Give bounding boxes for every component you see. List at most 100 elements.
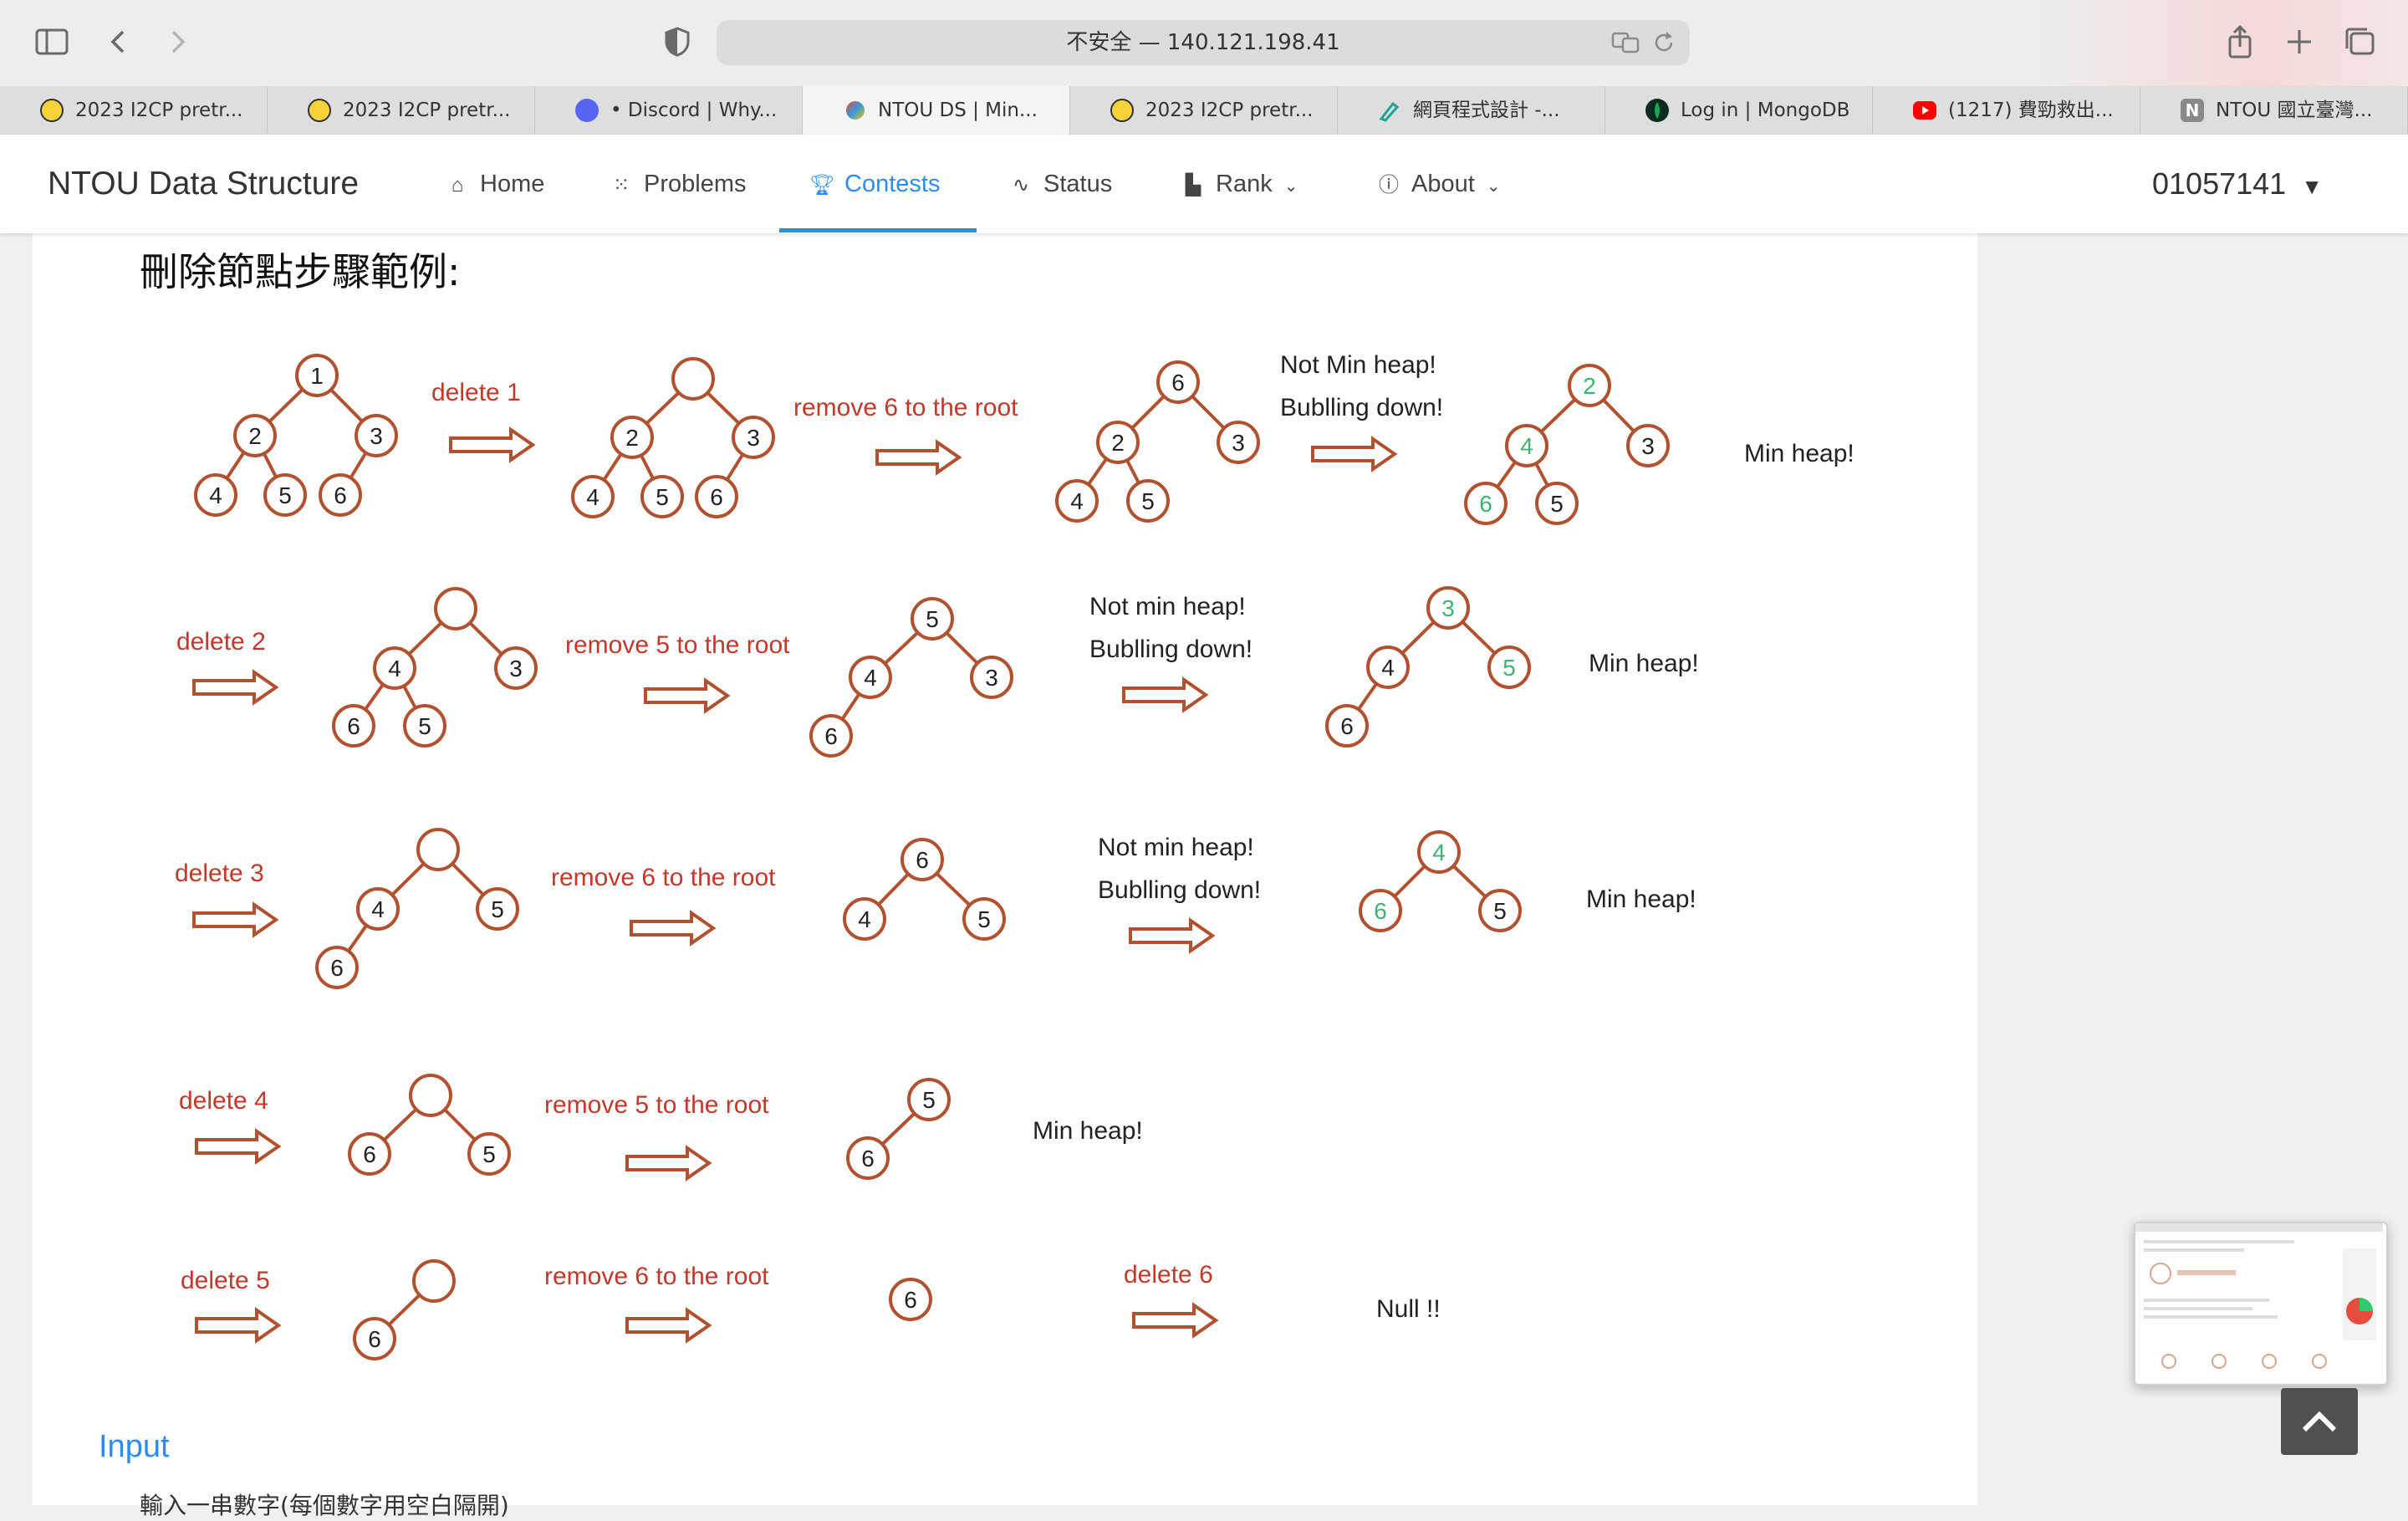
heap-node: 5 (1126, 479, 1170, 523)
smiley-favicon-icon (40, 99, 64, 122)
diagram-label: delete 6 (1124, 1261, 1213, 1289)
notion-favicon-icon: N (2181, 99, 2204, 122)
heap-node: 3 (355, 414, 398, 457)
smiley-favicon-icon (308, 99, 331, 122)
svg-text:4: 4 (1432, 840, 1446, 865)
heap-node: 6 (332, 704, 375, 748)
svg-text:5: 5 (1141, 488, 1155, 514)
site-brand[interactable]: NTOU Data Structure (48, 135, 359, 233)
heap-node: 5 (476, 887, 519, 931)
svg-text:5: 5 (656, 484, 669, 510)
diagram-label: remove 6 to the root (551, 864, 776, 891)
diagram-label: Min heap! (1589, 650, 1699, 677)
svg-text:4: 4 (1070, 488, 1084, 514)
diagram-label: Bublling down! (1280, 394, 1443, 421)
svg-text:5: 5 (278, 482, 292, 508)
browser-tab[interactable]: Log in | MongoDB (1605, 86, 1873, 135)
user-menu[interactable]: 01057141 ▼ (2152, 135, 2323, 236)
tab-title: 2023 I2CP pretr... (75, 100, 243, 121)
svg-text:5: 5 (1550, 491, 1564, 517)
active-nav-indicator (779, 228, 977, 232)
diagram-label: delete 5 (181, 1267, 270, 1294)
heap-node: 6 (353, 1317, 396, 1360)
svg-text:3: 3 (370, 423, 383, 449)
svg-text:6: 6 (1479, 491, 1492, 517)
svg-text:6: 6 (330, 955, 344, 981)
svg-text:5: 5 (491, 896, 504, 922)
diagram-label: Min heap! (1033, 1117, 1143, 1145)
arrow-icon (625, 1309, 711, 1342)
heap-node: 6 (900, 838, 944, 881)
svg-text:2: 2 (248, 423, 262, 449)
svg-text:6: 6 (904, 1287, 917, 1313)
svg-text:4: 4 (858, 906, 871, 932)
arrow-icon (644, 679, 729, 712)
svg-text:4: 4 (586, 484, 599, 510)
browser-tab-active[interactable]: NTOU DS | Min... (803, 86, 1070, 135)
heap-node: 2 (1568, 364, 1611, 407)
translate-icon[interactable] (1611, 28, 1640, 57)
heap-node: 3 (1626, 424, 1670, 467)
nav-item-about[interactable]: ⓘ About ⌄ (1376, 135, 1501, 233)
sidebar-toggle-icon[interactable] (32, 22, 72, 62)
bar-chart-icon: ▙ (1185, 174, 1201, 197)
browser-tab[interactable]: 2023 I2CP pretr... (0, 86, 268, 135)
heap-node: 6 (809, 714, 853, 758)
heap-node: 6 (315, 946, 359, 989)
nav-item-contests[interactable]: 🏆︎ Contests (809, 135, 940, 233)
site-navbar: NTOU Data Structure ⌂ Home ⁙ Problems 🏆︎ Co… (0, 135, 2408, 233)
browser-tab[interactable]: 2023 I2CP pretr... (1070, 86, 1338, 135)
heap-node: 5 (1478, 889, 1522, 932)
heap-node: 4 (1055, 479, 1099, 523)
svg-text:5: 5 (926, 606, 939, 632)
nav-item-rank[interactable]: ▙ Rank ⌄ (1181, 135, 1298, 233)
heap-node: 3 (1217, 421, 1260, 464)
share-icon[interactable] (2220, 22, 2260, 62)
pulse-icon: ∿ (1012, 174, 1030, 197)
new-tab-icon[interactable] (2279, 22, 2319, 62)
svg-text:3: 3 (509, 656, 523, 681)
svg-text:5: 5 (1493, 898, 1507, 924)
heap-node: 5 (640, 475, 684, 518)
heap-node: 4 (1366, 646, 1410, 689)
heap-node: 5 (907, 1078, 951, 1121)
heap-node: 6 (1156, 360, 1200, 404)
nav-item-status[interactable]: ∿ Status (1008, 135, 1112, 233)
svg-text:6: 6 (824, 723, 838, 749)
nav-item-home[interactable]: ⌂ Home (445, 135, 545, 233)
heap-node: 6 (1464, 482, 1508, 525)
diagram-label: Not min heap! (1089, 593, 1246, 620)
heap-node: 5 (263, 473, 307, 517)
tab-overview-icon[interactable] (2339, 22, 2380, 62)
heap-node: 2 (233, 414, 277, 457)
arrow-icon (875, 441, 961, 474)
browser-tab[interactable]: 2023 I2CP pretr... (268, 86, 535, 135)
smiley-favicon-icon (1110, 99, 1134, 122)
nav-label: About (1411, 171, 1475, 197)
browser-tab[interactable]: • Discord | Why... (535, 86, 803, 135)
svg-text:3: 3 (1641, 433, 1655, 459)
browser-tab[interactable]: N NTOU 國立臺灣... (2140, 86, 2408, 135)
page-preview-thumbnail[interactable] (2134, 1222, 2388, 1386)
address-bar[interactable]: 不安全 — 140.121.198.41 (717, 20, 1690, 65)
svg-text:2: 2 (1583, 373, 1596, 399)
forward-icon[interactable] (157, 22, 197, 62)
nav-label: Contests (844, 171, 941, 197)
back-to-top-button[interactable] (2281, 1388, 2358, 1455)
svg-text:3: 3 (1441, 595, 1455, 621)
reload-icon[interactable] (1650, 28, 1678, 57)
svg-text:5: 5 (977, 906, 991, 932)
diagram-label: delete 2 (176, 628, 266, 656)
arrow-icon (192, 671, 278, 704)
chevron-down-icon: ⌄ (1283, 177, 1298, 196)
back-icon[interactable] (99, 22, 139, 62)
browser-tab[interactable]: 網頁程式設計 -... (1338, 86, 1605, 135)
svg-text:2: 2 (1111, 430, 1125, 456)
browser-tab[interactable]: (1217) 費勁救出... (1873, 86, 2140, 135)
heap-node (671, 357, 715, 401)
arrow-icon (630, 911, 715, 945)
arrow-icon (1122, 678, 1207, 712)
privacy-shield-icon[interactable] (657, 22, 697, 62)
nav-item-problems[interactable]: ⁙ Problems (609, 135, 747, 233)
caret-down-icon: ▼ (2301, 174, 2323, 199)
